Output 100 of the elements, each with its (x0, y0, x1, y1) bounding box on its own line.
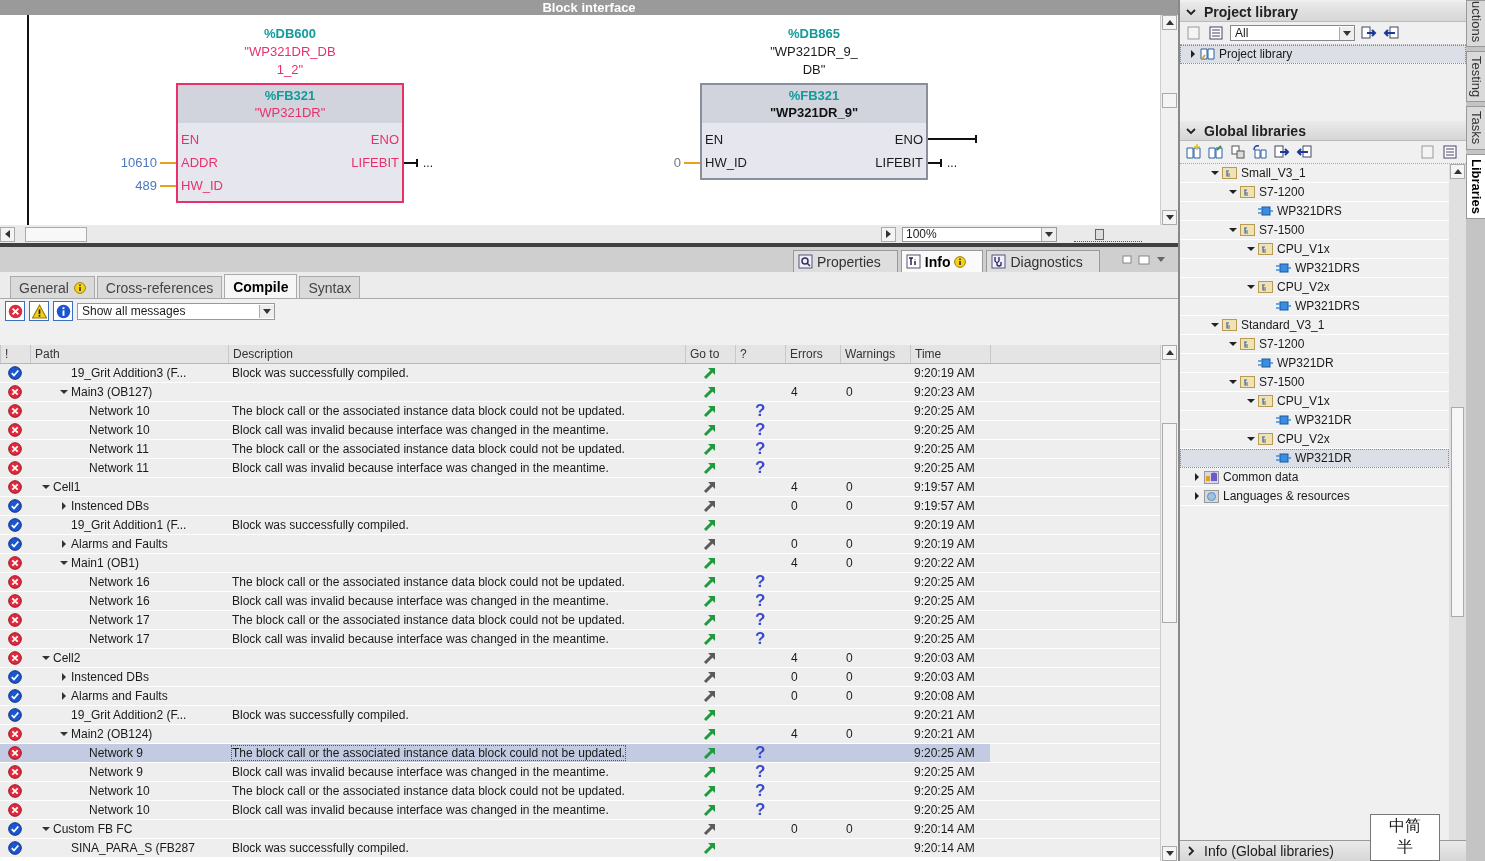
error-filter-button[interactable] (5, 301, 25, 321)
scroll-left-button[interactable] (0, 226, 15, 242)
help-link[interactable]: ? (735, 801, 766, 819)
goto-arrow-icon[interactable] (703, 385, 717, 399)
goto-arrow-icon[interactable] (703, 556, 717, 570)
vertical-scrollbar[interactable] (1449, 164, 1466, 840)
library-tree-item[interactable]: Languages & resources (1180, 487, 1449, 506)
help-link[interactable]: ? (735, 459, 766, 477)
goto-arrow-icon[interactable] (703, 594, 717, 608)
message-row[interactable]: Network 16 Block call was invalid because interface was changed in the meantime. ? 9:20:25 AM (0, 592, 1160, 611)
collapsed-arrow-icon[interactable] (62, 673, 66, 681)
filter-dropdown[interactable]: All (1230, 25, 1355, 41)
function-block[interactable]: %FB321 "WP321DR_9" EN HW_ID ENO LIFEBIT (700, 83, 928, 180)
help-link[interactable]: ? (735, 421, 766, 439)
collapsed-arrow-icon[interactable] (62, 540, 66, 548)
message-row[interactable]: Network 17 The block call or the associated instance data block could not be updated. ? 9:20:25 AM (0, 611, 1160, 630)
message-row[interactable]: Alarms and Faults 0 0 9:20:08 AM (0, 687, 1160, 706)
chevron-right-icon[interactable] (1186, 846, 1196, 856)
goto-arrow-icon[interactable] (703, 765, 717, 779)
goto-arrow-icon[interactable] (703, 442, 717, 456)
inspector-subtab[interactable]: Compile (224, 274, 298, 298)
message-row[interactable]: Network 16 The block call or the associated instance data block could not be updated. ? 9:20:25 AM (0, 573, 1160, 592)
library-tree-item[interactable]: WP321DR (1180, 449, 1449, 468)
column-header[interactable]: Warnings (840, 345, 910, 363)
column-header[interactable]: Description (228, 345, 685, 363)
message-row[interactable]: Main3 (OB127) 4 0 9:20:23 AM (0, 383, 1160, 402)
expanded-arrow-icon[interactable] (42, 485, 50, 489)
collapsed-arrow-icon[interactable] (1195, 492, 1199, 500)
message-row[interactable]: Network 10 The block call or the associated instance data block could not be updated. ? 9:20:25 AM (0, 402, 1160, 421)
goto-arrow-icon[interactable] (703, 404, 717, 418)
library-tree-item[interactable]: CPU_V1x (1180, 240, 1449, 259)
message-row[interactable]: 19_Grit Addition2 (F... Block was successfully compiled. 9:20:21 AM (0, 706, 1160, 725)
expanded-arrow-icon[interactable] (60, 732, 68, 736)
message-row[interactable]: Main2 (OB124) 4 0 9:20:21 AM (0, 725, 1160, 744)
message-row[interactable]: Custom FB FC 0 0 9:20:14 AM (0, 820, 1160, 839)
column-header[interactable]: Errors (785, 345, 840, 363)
side-tab[interactable]: Libraries (1466, 153, 1485, 219)
message-row[interactable]: Cell2 4 0 9:20:03 AM (0, 649, 1160, 668)
message-row[interactable]: Network 10 Block call was invalid because interface was changed in the meantime. ? 9:20:25 AM (0, 421, 1160, 440)
slider-thumb[interactable] (1095, 228, 1105, 240)
goto-arrow-icon[interactable] (703, 499, 717, 513)
goto-arrow-icon[interactable] (703, 708, 717, 722)
expanded-arrow-icon[interactable] (60, 390, 68, 394)
library-tree-item[interactable]: Project library (1180, 45, 1466, 64)
library-tree-item[interactable]: Common data (1180, 468, 1449, 487)
library-tree-item[interactable]: S7-1200 (1180, 335, 1449, 354)
arrow-left-icon[interactable] (1383, 25, 1399, 41)
help-link[interactable]: ? (735, 763, 766, 781)
message-row[interactable]: 19_Grit Addition1 (F... Block was successfully compiled. 9:20:19 AM (0, 516, 1160, 535)
help-link[interactable]: ? (735, 744, 766, 762)
goto-arrow-icon[interactable] (703, 518, 717, 532)
goto-arrow-icon[interactable] (703, 822, 717, 836)
help-link[interactable]: ? (735, 782, 766, 800)
inspector-subtab[interactable]: Cross-references (96, 276, 223, 298)
warning-filter-button[interactable] (29, 301, 49, 321)
list-view-icon[interactable] (1208, 25, 1224, 41)
library-tree-item[interactable]: CPU_V2x (1180, 278, 1449, 297)
goto-arrow-icon[interactable] (703, 366, 717, 380)
library-tree-item[interactable]: S7-1500 (1180, 373, 1449, 392)
chevron-down-icon[interactable] (1186, 6, 1196, 17)
inspector-tab[interactable]: Properties (793, 250, 898, 272)
message-row[interactable]: Network 17 Block call was invalid because interface was changed in the meantime. ? 9:20:25 AM (0, 630, 1160, 649)
input-value[interactable]: 489 (135, 178, 157, 193)
collapsed-arrow-icon[interactable] (62, 502, 66, 510)
goto-arrow-icon[interactable] (703, 480, 717, 494)
column-header[interactable]: Path (30, 345, 228, 363)
collapsed-arrow-icon[interactable] (62, 692, 66, 700)
expanded-arrow-icon[interactable] (42, 827, 50, 831)
panel-header[interactable]: Global libraries (1180, 121, 1466, 141)
side-tab[interactable]: Tasks (1466, 106, 1485, 150)
output-value[interactable]: ... (947, 155, 957, 170)
inspector-tab[interactable]: Diagnostics (986, 250, 1100, 272)
goto-arrow-icon[interactable] (703, 613, 717, 627)
chevron-down-icon[interactable] (1186, 125, 1196, 136)
message-row[interactable]: Alarms and Faults 0 0 9:20:19 AM (0, 535, 1160, 554)
goto-arrow-icon[interactable] (703, 689, 717, 703)
library-tree-item[interactable]: Small_V3_1 (1180, 164, 1449, 183)
goto-arrow-icon[interactable] (703, 670, 717, 684)
message-row[interactable]: Network 11 Block call was invalid because interface was changed in the meantime. ? 9:20:25 AM (0, 459, 1160, 478)
message-row[interactable]: Network 10 Block call was invalid because interface was changed in the meantime. ? 9:20:25 AM (0, 801, 1160, 820)
zoom-slider[interactable] (1074, 226, 1142, 242)
help-link[interactable]: ? (735, 573, 766, 591)
output-value[interactable]: ... (423, 155, 433, 170)
help-link[interactable]: ? (735, 630, 766, 648)
inspector-subtab[interactable]: General (10, 276, 95, 298)
library-tree-item[interactable]: WP321DR (1180, 354, 1449, 373)
collapsed-arrow-icon[interactable] (1195, 473, 1199, 481)
message-filter-dropdown[interactable]: Show all messages (77, 302, 275, 320)
expanded-arrow-icon[interactable] (42, 656, 50, 660)
goto-arrow-icon[interactable] (703, 461, 717, 475)
message-row[interactable]: Network 10 The block call or the associated instance data block could not be updated. ? 9:20:25 AM (0, 782, 1160, 801)
goto-arrow-icon[interactable] (703, 841, 717, 855)
column-header[interactable]: Go to (685, 345, 735, 363)
inspector-tab[interactable]: Info (900, 250, 984, 272)
goto-arrow-icon[interactable] (703, 575, 717, 589)
book-icon[interactable] (1208, 144, 1224, 160)
arrow-left-icon[interactable] (1296, 144, 1312, 160)
library-tree-item[interactable]: WP321DRS (1180, 297, 1449, 316)
message-row[interactable]: Main1 (OB1) 4 0 9:20:22 AM (0, 554, 1160, 573)
library-tree-item[interactable]: S7-1500 (1180, 221, 1449, 240)
